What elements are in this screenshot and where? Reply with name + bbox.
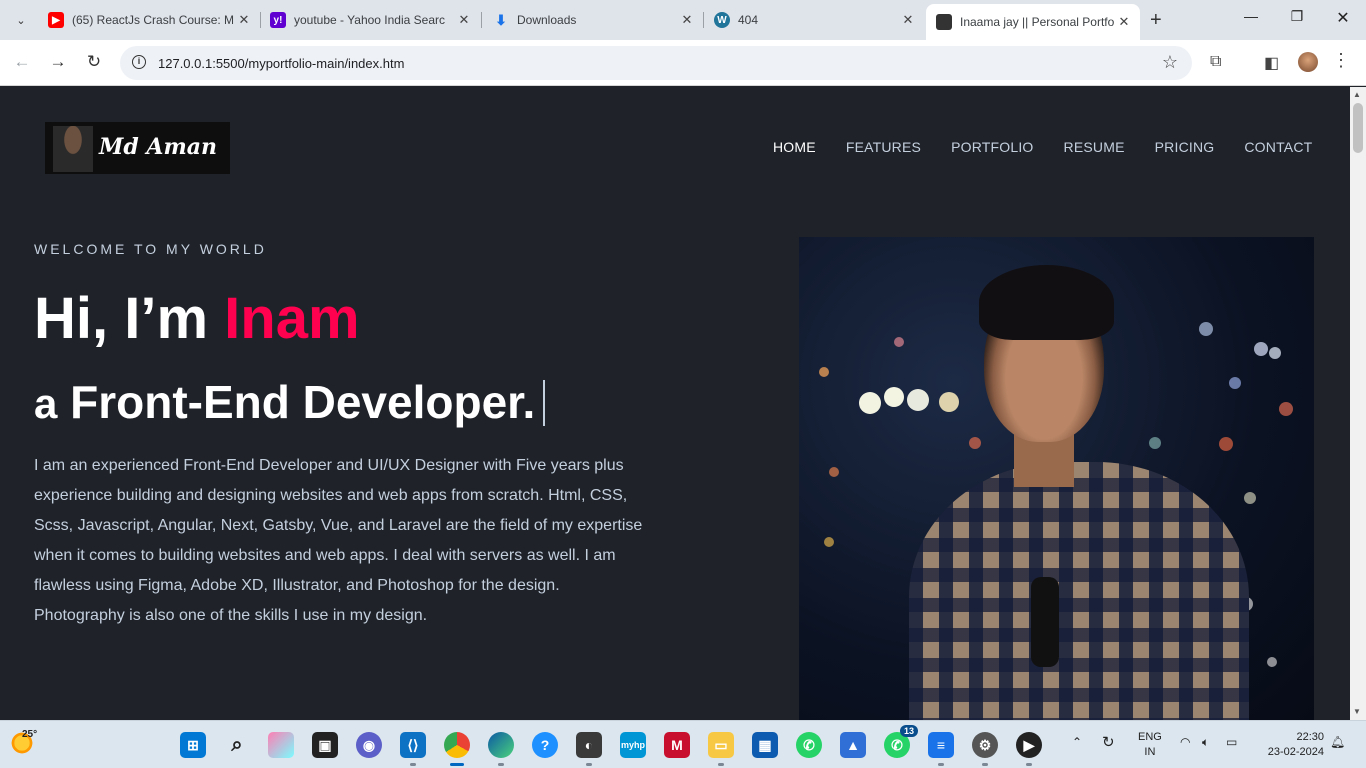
logo-photo	[53, 126, 93, 172]
sync-icon[interactable]: ↻	[1102, 733, 1115, 751]
profile-avatar[interactable]	[1298, 52, 1318, 72]
weather-temperature: 25°	[22, 729, 38, 740]
logo-text: Md Aman	[99, 134, 217, 160]
nav-home[interactable]: HOME	[773, 139, 816, 155]
clock-time: 22:30	[1296, 731, 1324, 743]
hero-heading: Hi, I’m Inam	[34, 285, 360, 352]
typing-cursor	[543, 380, 546, 426]
nav-resume[interactable]: RESUME	[1064, 139, 1125, 155]
language-text: ENG	[1138, 731, 1162, 743]
url-text[interactable]: 127.0.0.1:5500/myportfolio-main/index.ht…	[158, 56, 404, 71]
reload-icon[interactable]: ↻	[82, 52, 106, 72]
download-icon: ⬇	[495, 11, 507, 28]
mcafee-icon[interactable]: M	[664, 732, 690, 758]
main-nav: HOME FEATURES PORTFOLIO RESUME PRICING C…	[773, 139, 1342, 155]
browser-tab-bar: ⌄ ▶ (65) ReactJs Crash Course: M ✕ y! yo…	[0, 0, 1366, 40]
tab-title: youtube - Yahoo India Searc	[294, 13, 445, 27]
scrollbar-thumb[interactable]	[1353, 103, 1363, 153]
restore-button[interactable]: ❐	[1274, 8, 1320, 25]
store-icon[interactable]: ▦	[752, 732, 778, 758]
new-tab-button[interactable]: +	[1150, 9, 1162, 32]
notification-bell-icon[interactable]: 🔔︎	[1330, 735, 1345, 749]
site-logo[interactable]: Md Aman	[45, 122, 230, 174]
yahoo-icon: y!	[270, 12, 286, 28]
tab-title: (65) ReactJs Crash Course: M	[72, 13, 235, 27]
whatsapp-icon[interactable]: ✆ 13	[884, 725, 918, 758]
task-view-icon[interactable]: ▣	[312, 732, 338, 758]
nav-contact[interactable]: CONTACT	[1244, 139, 1312, 155]
hero-role: a Front-End Developer.	[34, 375, 546, 429]
extensions-icon[interactable]: ⧉	[1210, 53, 1221, 71]
notification-badge: 13	[899, 725, 918, 737]
youtube-icon: ▶	[48, 12, 64, 28]
page-scrollbar[interactable]: ▲ ▼	[1350, 87, 1366, 720]
help-icon[interactable]: ?	[532, 732, 558, 758]
browser-toolbar: ← → ↻ i 127.0.0.1:5500/myportfolio-main/…	[0, 40, 1366, 86]
side-panel-icon[interactable]: ◧	[1264, 53, 1279, 73]
windows-taskbar: 25° ⊞ ⌕ ▣ ◉ ⟨⟩ ? ◐ myhp M ▭ ▦ ✆ ▲ ✆ 13 ≡ …	[0, 720, 1366, 768]
close-icon[interactable]: ✕	[236, 12, 252, 28]
system-clock[interactable]: 22:30 23-02-2024	[1254, 730, 1324, 760]
hero-description: I am an experienced Front-End Developer …	[34, 457, 643, 624]
meet-chat-icon[interactable]: ◉	[356, 732, 382, 758]
bookmark-star-icon[interactable]: ☆	[1162, 52, 1178, 73]
wordpress-icon: W	[714, 12, 730, 28]
edge-icon[interactable]	[488, 732, 514, 766]
language-indicator[interactable]: ENG IN	[1138, 730, 1162, 760]
photos-icon[interactable]: ▲	[840, 732, 866, 758]
close-icon[interactable]: ✕	[900, 12, 916, 28]
tab-title: Downloads	[517, 13, 577, 27]
hero-name: Inam	[224, 286, 360, 351]
role-prefix: a	[34, 380, 58, 427]
back-arrow-icon[interactable]: ←	[10, 52, 34, 72]
vscode-icon[interactable]: ⟨⟩	[400, 732, 426, 766]
notepad-icon[interactable]: ≡	[928, 732, 954, 766]
forward-arrow-icon[interactable]: →	[46, 52, 70, 72]
tab-yahoo[interactable]: y! youtube - Yahoo India Searc ✕	[260, 6, 480, 34]
chevron-up-icon[interactable]: ⌃	[1072, 735, 1082, 749]
shirt	[909, 462, 1249, 720]
site-info-icon[interactable]: i	[132, 55, 146, 69]
chrome-icon[interactable]	[444, 732, 470, 766]
favicon-photo-icon	[936, 14, 952, 30]
portfolio-page: Md Aman HOME FEATURES PORTFOLIO RESUME P…	[0, 87, 1350, 720]
settings-gear-icon[interactable]: ⚙	[972, 732, 998, 766]
close-icon[interactable]: ✕	[1116, 14, 1132, 30]
role-text: Front-End Developer.	[70, 376, 536, 428]
start-windows-icon[interactable]: ⊞	[180, 732, 206, 758]
welcome-subtitle: WELCOME TO MY WORLD	[34, 241, 267, 257]
volume-icon[interactable]: 🔈︎	[1202, 735, 1209, 750]
media-app-icon[interactable]: ◐	[576, 732, 602, 766]
media-player-icon[interactable]: ▶	[1016, 732, 1042, 766]
tab-404[interactable]: W 404 ✕	[704, 6, 924, 34]
minimize-button[interactable]: —	[1228, 8, 1274, 24]
myhp-icon[interactable]: myhp	[620, 732, 646, 758]
copilot-icon[interactable]	[268, 732, 294, 758]
close-icon[interactable]: ✕	[679, 12, 695, 28]
nav-portfolio[interactable]: PORTFOLIO	[951, 139, 1033, 155]
close-icon[interactable]: ✕	[456, 12, 472, 28]
hero-photo	[799, 237, 1314, 720]
hero-greeting: Hi, I’m	[34, 286, 225, 351]
tab-youtube[interactable]: ▶ (65) ReactJs Crash Course: M ✕	[38, 6, 260, 34]
menu-kebab-icon[interactable]: ⋮	[1332, 50, 1350, 71]
file-explorer-icon[interactable]: ▭	[708, 732, 734, 766]
sunglasses	[1031, 577, 1059, 667]
tab-title: Inaama jay || Personal Portfo	[960, 15, 1115, 29]
window-close-button[interactable]: ✕	[1320, 8, 1366, 28]
region-text: IN	[1144, 746, 1156, 758]
address-bar[interactable]: i 127.0.0.1:5500/myportfolio-main/index.…	[120, 46, 1192, 80]
tab-downloads[interactable]: ⬇ Downloads ✕	[483, 6, 703, 34]
nav-features[interactable]: FEATURES	[846, 139, 921, 155]
battery-icon[interactable]: ▭	[1226, 735, 1237, 749]
search-icon[interactable]: ⌕	[224, 732, 250, 758]
wifi-icon[interactable]: ◠	[1180, 735, 1190, 749]
tab-search-button[interactable]: ⌄	[8, 7, 34, 33]
whatsapp-web-icon[interactable]: ✆	[796, 732, 822, 758]
nav-pricing[interactable]: PRICING	[1155, 139, 1215, 155]
tab-title: 404	[738, 13, 759, 27]
clock-date: 23-02-2024	[1267, 746, 1324, 758]
tab-portfolio[interactable]: Inaama jay || Personal Portfo ✕	[926, 4, 1140, 40]
